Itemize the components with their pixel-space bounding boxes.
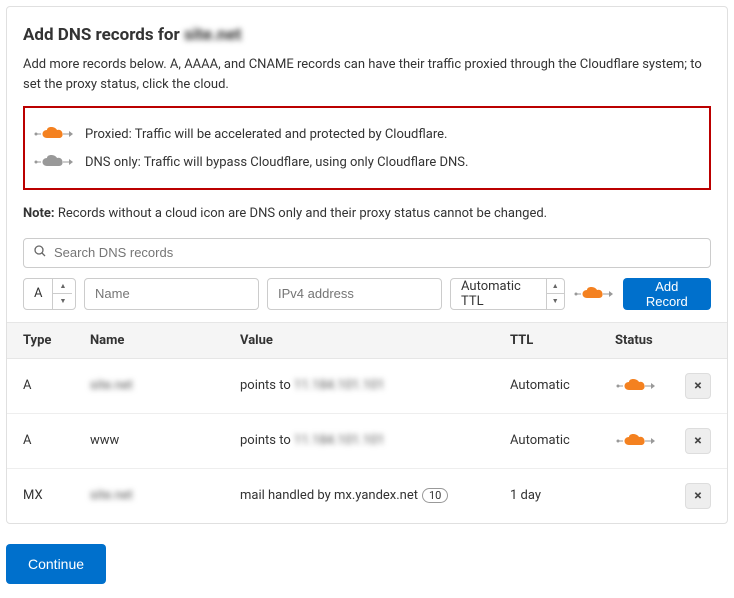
cell-status[interactable] <box>607 413 677 468</box>
th-ttl: TTL <box>502 322 607 358</box>
site-name: site.net <box>184 25 242 45</box>
cell-value[interactable]: points to 11.184.101.101 <box>232 413 502 468</box>
record-type-select[interactable]: A ▲▼ <box>23 278 76 310</box>
ttl-select[interactable]: Automatic TTL ▲▼ <box>450 278 565 310</box>
note-text: Note: Records without a cloud icon are D… <box>23 204 711 224</box>
th-status: Status <box>607 322 677 358</box>
page-subtitle: Add more records below. A, AAAA, and CNA… <box>23 55 711 94</box>
cloud-orange-icon <box>615 429 657 453</box>
dns-table: Type Name Value TTL Status A site.net po… <box>7 322 727 523</box>
legend-dnsonly: DNS only: Traffic will bypass Cloudflare… <box>33 150 701 174</box>
stepper-icon[interactable]: ▲▼ <box>546 279 564 309</box>
note-label: Note: <box>23 206 55 221</box>
ttl-value: Automatic TTL <box>451 279 546 309</box>
cell-status <box>607 468 677 523</box>
cell-ttl[interactable]: Automatic <box>502 358 607 413</box>
th-type: Type <box>7 322 82 358</box>
cell-name[interactable]: www <box>82 413 232 468</box>
th-delete <box>677 322 727 358</box>
cell-type[interactable]: MX <box>7 468 82 523</box>
search-input[interactable] <box>54 245 700 260</box>
priority-badge: 10 <box>422 488 448 503</box>
legend-proxied-text: Proxied: Traffic will be accelerated and… <box>85 127 447 142</box>
note-body: Records without a cloud icon are DNS onl… <box>55 206 548 221</box>
stepper-icon[interactable]: ▲▼ <box>52 279 72 309</box>
cell-type[interactable]: A <box>7 413 82 468</box>
delete-button[interactable]: × <box>685 428 711 454</box>
cell-delete: × <box>677 358 727 413</box>
dns-card: Add DNS records for site.net Add more re… <box>6 6 728 524</box>
cell-ttl[interactable]: Automatic <box>502 413 607 468</box>
cell-value[interactable]: points to 11.184.101.101 <box>232 358 502 413</box>
cloud-orange-icon <box>33 122 75 146</box>
cell-name[interactable]: site.net <box>82 468 232 523</box>
table-row: A www points to 11.184.101.101 Automatic… <box>7 413 727 468</box>
record-name-input[interactable] <box>84 278 259 310</box>
search-box[interactable] <box>23 238 711 268</box>
cloud-orange-icon <box>615 374 657 398</box>
page-title: Add DNS records for site.net <box>23 25 711 45</box>
table-row: A site.net points to 11.184.101.101 Auto… <box>7 358 727 413</box>
record-value-input[interactable] <box>267 278 442 310</box>
cell-type[interactable]: A <box>7 358 82 413</box>
title-prefix: Add DNS records for <box>23 25 184 45</box>
cloud-gray-icon <box>33 150 75 174</box>
cell-value[interactable]: mail handled by mx.yandex.net10 <box>232 468 502 523</box>
cell-ttl[interactable]: 1 day <box>502 468 607 523</box>
add-record-button[interactable]: Add Record <box>623 278 711 310</box>
continue-button[interactable]: Continue <box>6 544 106 584</box>
add-record-row: A ▲▼ Automatic TTL ▲▼ Add Record <box>23 278 711 310</box>
legend-dnsonly-text: DNS only: Traffic will bypass Cloudflare… <box>85 155 468 170</box>
cell-status[interactable] <box>607 358 677 413</box>
table-row: MX site.net mail handled by mx.yandex.ne… <box>7 468 727 523</box>
delete-button[interactable]: × <box>685 483 711 509</box>
legend-proxied: Proxied: Traffic will be accelerated and… <box>33 122 701 146</box>
th-value: Value <box>232 322 502 358</box>
th-name: Name <box>82 322 232 358</box>
proxy-legend: Proxied: Traffic will be accelerated and… <box>23 106 711 190</box>
proxy-toggle-icon[interactable] <box>573 282 615 306</box>
cell-delete: × <box>677 413 727 468</box>
dns-tbody: A site.net points to 11.184.101.101 Auto… <box>7 358 727 523</box>
search-icon <box>34 245 46 261</box>
cell-delete: × <box>677 468 727 523</box>
cell-name[interactable]: site.net <box>82 358 232 413</box>
record-type-value: A <box>24 286 52 301</box>
delete-button[interactable]: × <box>685 373 711 399</box>
